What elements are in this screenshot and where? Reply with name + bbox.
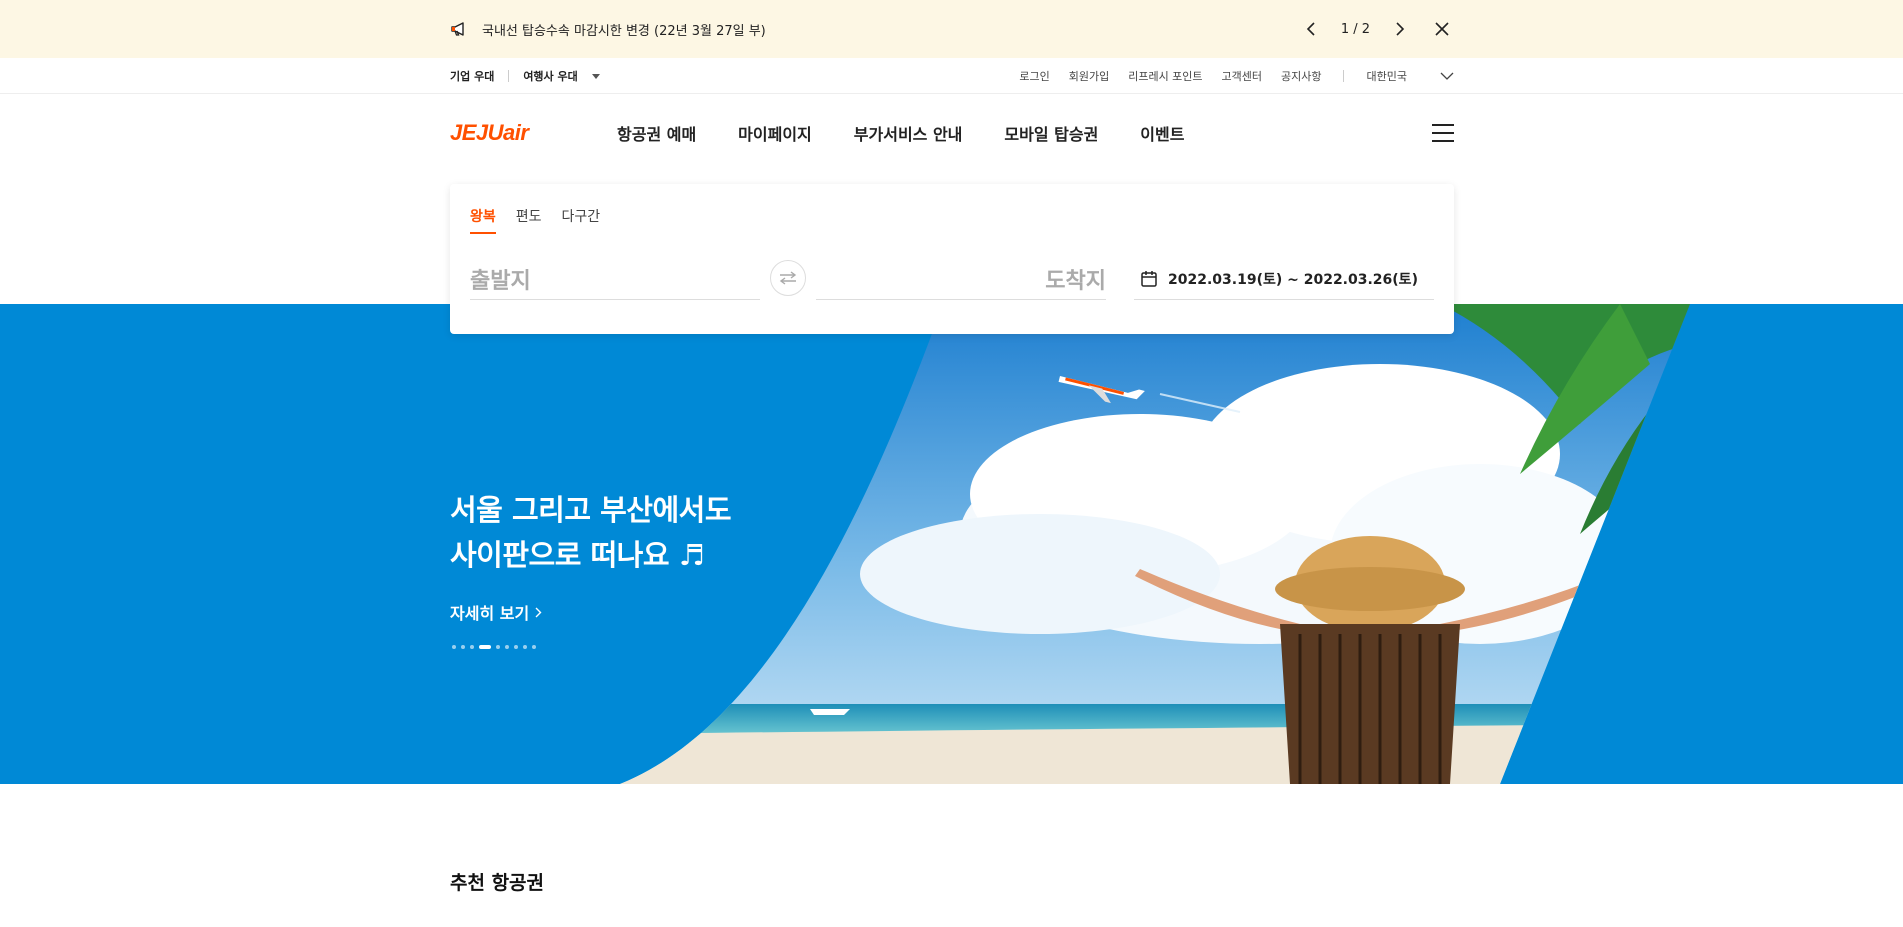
slide-dot[interactable]: [532, 645, 536, 649]
departure-field[interactable]: 출발지: [470, 258, 760, 300]
divider: [508, 70, 510, 82]
recommend-section-title: 추천 항공권: [450, 872, 545, 894]
departure-placeholder: 출발지: [470, 268, 531, 294]
notice-close-button[interactable]: [1430, 17, 1454, 41]
slide-dot[interactable]: [505, 645, 509, 649]
signup-link[interactable]: 회원가입: [1069, 68, 1109, 84]
jejuair-logo[interactable]: JEJUair: [450, 120, 617, 146]
notice-prev-button[interactable]: [1299, 17, 1323, 41]
nav-event[interactable]: 이벤트: [1140, 121, 1184, 145]
nav-services[interactable]: 부가서비스 안내: [854, 121, 963, 145]
menu-icon[interactable]: [1432, 123, 1454, 142]
nav-mypage[interactable]: 마이페이지: [738, 121, 812, 145]
slide-dot[interactable]: [523, 645, 527, 649]
slide-dot[interactable]: [461, 645, 465, 649]
chevron-down-icon[interactable]: [1440, 72, 1454, 80]
slide-dot[interactable]: [496, 645, 500, 649]
main-navigation: JEJUair 항공권 예매 마이페이지 부가서비스 안내 모바일 탑승권 이벤…: [0, 95, 1903, 179]
nav-booking[interactable]: 항공권 예매: [617, 121, 696, 145]
beach-photo: [620, 304, 1690, 784]
divider: [1342, 70, 1344, 82]
slide-pagination[interactable]: [452, 645, 536, 649]
login-link[interactable]: 로그인: [1019, 68, 1049, 84]
swap-button[interactable]: [770, 260, 806, 296]
date-range-value: 2022.03.19(토) ~ 2022.03.26(토): [1168, 271, 1418, 288]
nav-mobile-boarding[interactable]: 모바일 탑승권: [1004, 121, 1098, 145]
chevron-left-icon: [1306, 22, 1315, 36]
slide-dot[interactable]: [452, 645, 456, 649]
tab-round-trip[interactable]: 왕복: [470, 206, 496, 234]
slide-dot[interactable]: [514, 645, 518, 649]
hero-banner[interactable]: 서울 그리고 부산에서도 사이판으로 떠나요 ♬ 자세히 보기: [0, 304, 1903, 784]
megaphone-icon: [451, 22, 464, 36]
booking-widget: 왕복 편도 다구간 출발지 도착지 2022.03.19(토) ~ 2022.0…: [450, 184, 1454, 334]
notice-pager: 1 / 2: [1340, 21, 1370, 37]
hero-detail-link[interactable]: 자세히 보기: [450, 600, 731, 624]
tab-multi-city[interactable]: 다구간: [562, 206, 601, 234]
notice-next-button[interactable]: [1388, 17, 1412, 41]
notice-bar: 국내선 탑승수속 마감시한 변경 (22년 3월 27일 부) 1 / 2: [0, 0, 1903, 58]
arrival-field[interactable]: 도착지: [816, 258, 1106, 300]
chevron-right-icon: [535, 607, 542, 617]
corporate-link[interactable]: 기업 우대: [450, 68, 494, 84]
hero-copy: 서울 그리고 부산에서도 사이판으로 떠나요 ♬ 자세히 보기: [450, 488, 732, 624]
close-icon: [1435, 22, 1449, 36]
region-select[interactable]: 대한민국: [1367, 68, 1407, 84]
tab-one-way[interactable]: 편도: [516, 206, 542, 234]
customer-center-link[interactable]: 고객센터: [1222, 68, 1262, 84]
slide-dot-active[interactable]: [479, 645, 491, 649]
slide-dot[interactable]: [470, 645, 474, 649]
travel-agency-link[interactable]: 여행사 우대: [523, 68, 577, 84]
caret-down-icon[interactable]: [591, 73, 600, 79]
date-field[interactable]: 2022.03.19(토) ~ 2022.03.26(토): [1134, 258, 1434, 300]
notice-link[interactable]: 공지사항: [1281, 68, 1321, 84]
utility-bar: 기업 우대 여행사 우대 로그인 회원가입 리프레시 포인트 고객센터 공지사항…: [0, 58, 1903, 94]
arrival-placeholder: 도착지: [1045, 268, 1106, 294]
notice-text[interactable]: 국내선 탑승수속 마감시한 변경 (22년 3월 27일 부): [482, 20, 766, 39]
refresh-point-link[interactable]: 리프레시 포인트: [1128, 68, 1202, 84]
chevron-right-icon: [1396, 22, 1405, 36]
swap-arrows-icon: [779, 271, 797, 285]
hero-title: 서울 그리고 부산에서도 사이판으로 떠나요 ♬: [450, 493, 732, 572]
calendar-icon: [1141, 270, 1157, 287]
